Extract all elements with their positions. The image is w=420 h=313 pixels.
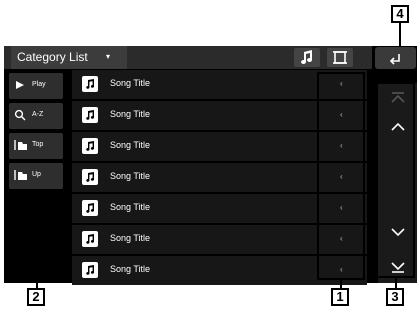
music-note-icon	[82, 200, 98, 216]
category-list-label: Category List	[17, 50, 88, 64]
callout-3: 3	[386, 288, 404, 306]
callout-3-frame	[376, 82, 415, 278]
video-frame-icon	[333, 51, 347, 64]
callout-4: 4	[391, 5, 409, 23]
callout-3-line	[395, 278, 397, 288]
callout-4-line	[399, 23, 401, 47]
callout-1-frame	[317, 72, 365, 280]
music-note-icon	[301, 50, 312, 64]
chevron-down-icon: ▾	[106, 52, 111, 61]
back-button[interactable]	[375, 47, 416, 69]
music-note-icon	[82, 231, 98, 247]
song-title: Song Title	[110, 202, 151, 212]
return-arrow-icon	[389, 54, 400, 65]
callout-1-line	[340, 280, 342, 288]
song-title: Song Title	[110, 264, 151, 274]
callout-2: 2	[27, 288, 45, 306]
song-title: Song Title	[110, 109, 151, 119]
callout-2-line	[36, 198, 38, 288]
music-note-icon	[82, 107, 98, 123]
song-title: Song Title	[110, 233, 151, 243]
music-note-icon	[82, 169, 98, 185]
music-note-icon	[82, 262, 98, 278]
category-list-dropdown[interactable]: Category List ▾	[11, 46, 127, 69]
top-bar: Category List ▾	[4, 46, 372, 69]
music-note-icon	[82, 76, 98, 92]
song-title: Song Title	[110, 140, 151, 150]
video-mode-button[interactable]	[327, 48, 353, 67]
song-title: Song Title	[110, 78, 151, 88]
callout-2-frame	[7, 70, 66, 198]
song-title: Song Title	[110, 171, 151, 181]
music-note-icon	[82, 138, 98, 154]
callout-1: 1	[331, 288, 349, 306]
music-mode-button[interactable]	[294, 48, 320, 67]
